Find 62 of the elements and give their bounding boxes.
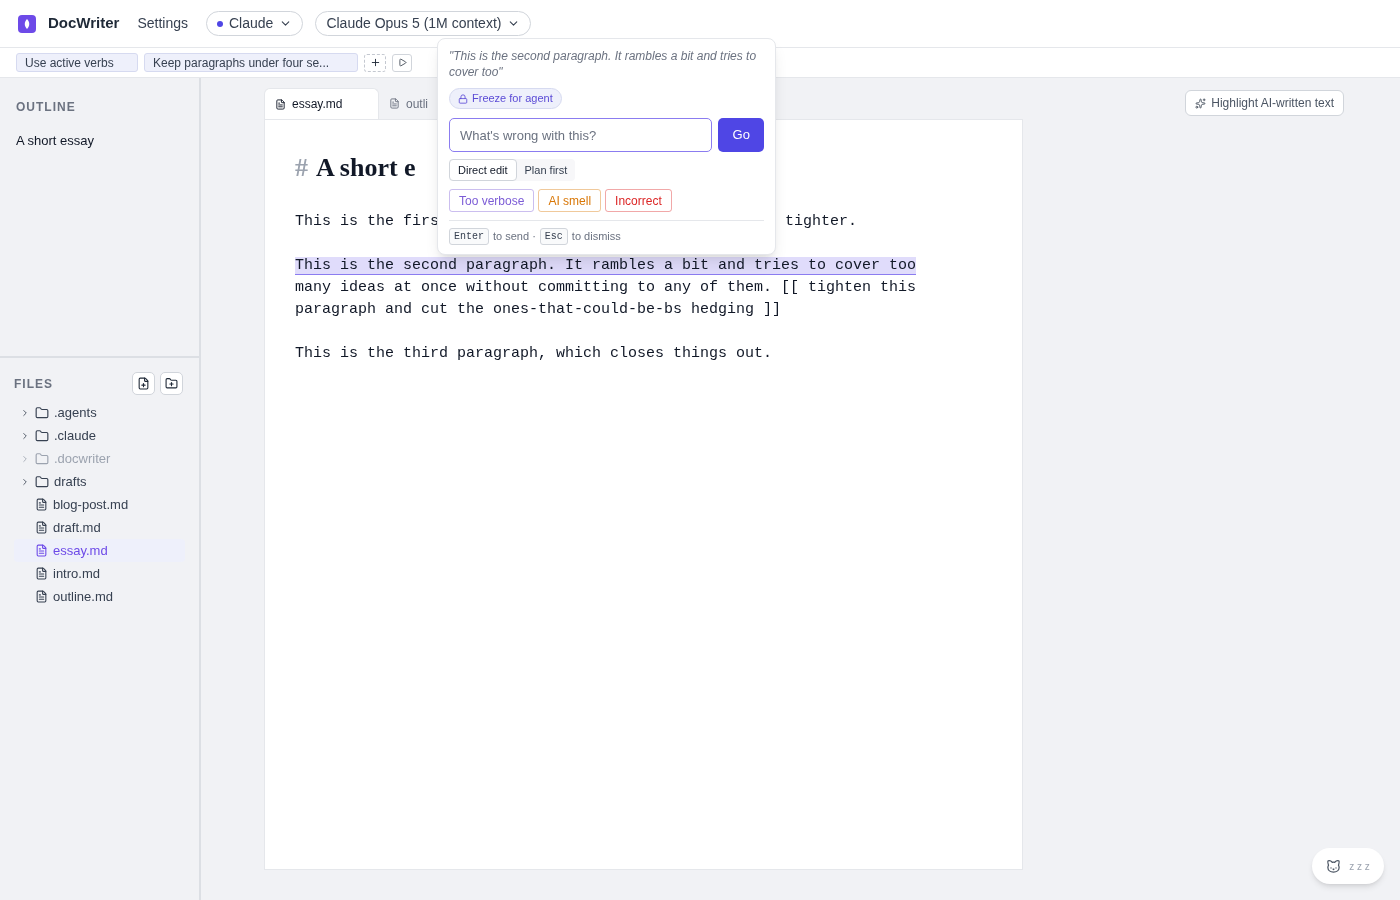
mode-toggle[interactable]: Direct edit	[449, 159, 517, 181]
section-title: OUTLINE	[16, 99, 77, 116]
chevron-icon	[20, 430, 30, 441]
add-rule-button[interactable]	[364, 53, 386, 72]
paragraph-text: This is the third paragraph, which closes things out.	[295, 344, 774, 364]
plus-icon	[369, 57, 381, 68]
chevron-icon	[20, 476, 30, 487]
settings-link[interactable]: Settings	[137, 13, 188, 34]
file-icon	[35, 521, 48, 534]
file-icon	[35, 590, 48, 603]
outline-item[interactable]: A short essay	[16, 131, 183, 151]
folder-item[interactable]: .agents	[14, 401, 185, 424]
folder-icon	[35, 451, 49, 466]
folder-icon	[35, 405, 49, 420]
file-icon	[35, 544, 48, 557]
new-folder-button[interactable]	[160, 372, 183, 395]
key-label: Enter	[449, 228, 489, 245]
app-name: DocWriter	[48, 13, 120, 34]
feedback-tag[interactable]: Incorrect	[605, 189, 672, 212]
cat-icon	[1326, 858, 1342, 874]
hint-text: to send ·	[493, 229, 536, 245]
folder-item[interactable]: drafts	[14, 470, 185, 493]
sparkle-icon	[1195, 97, 1207, 109]
section-title: FILES	[14, 375, 53, 393]
document-heading: A short e	[316, 152, 416, 184]
heading-mark: #	[295, 152, 308, 184]
feedback-tag[interactable]: Too verbose	[449, 189, 535, 212]
mode-toggle[interactable]: Plan first	[516, 159, 576, 181]
play-icon	[397, 58, 407, 67]
rule-chip[interactable]: Use active verbs	[16, 53, 138, 72]
lock-icon	[458, 93, 468, 104]
file-item[interactable]: essay.md	[14, 539, 185, 562]
chevron-icon	[20, 453, 30, 464]
file-item[interactable]: outline.md	[14, 585, 185, 608]
folder-icon	[35, 474, 49, 489]
freeze-button[interactable]: Freeze for agent	[449, 88, 562, 109]
file-icon	[35, 498, 48, 511]
paragraph-text: tighter.	[785, 212, 857, 232]
go-button[interactable]: Go	[718, 118, 764, 152]
quote-text: "This is the second paragraph. It rambles a bit and tries to cover too"	[449, 48, 758, 80]
paragraph-text: This is the firs	[295, 212, 440, 232]
file-item[interactable]: intro.md	[14, 562, 185, 585]
folder-icon	[35, 428, 49, 443]
new-file-button[interactable]	[132, 372, 155, 395]
highlight-button[interactable]: Highlight AI-written text	[1185, 90, 1344, 116]
file-icon	[275, 98, 286, 110]
editor-tab[interactable]: essay.md	[264, 88, 379, 119]
folder-item[interactable]: .claude	[14, 424, 185, 447]
run-button[interactable]	[392, 53, 412, 72]
file-item[interactable]: blog-post.md	[14, 493, 185, 516]
file-icon	[35, 567, 48, 580]
chevron-icon	[20, 407, 30, 418]
new-file-icon	[137, 377, 150, 390]
file-item[interactable]: draft.md	[14, 516, 185, 539]
feedback-input[interactable]: What's wrong with this?	[449, 118, 713, 152]
new-folder-icon	[165, 377, 178, 390]
hint-text: to dismiss	[571, 229, 621, 245]
logo-icon	[18, 14, 36, 33]
rule-chip[interactable]: Keep paragraphs under four se...	[144, 53, 358, 72]
file-icon	[389, 98, 400, 109]
paragraph-text: This is the second paragraph. It rambles a bit and tries to cover too many ideas at once without committing to any of them. [[ tighten this paragraph and cut the ones-that-could-be-bs hedging ]]	[295, 256, 918, 320]
key-label: Esc	[539, 228, 568, 245]
